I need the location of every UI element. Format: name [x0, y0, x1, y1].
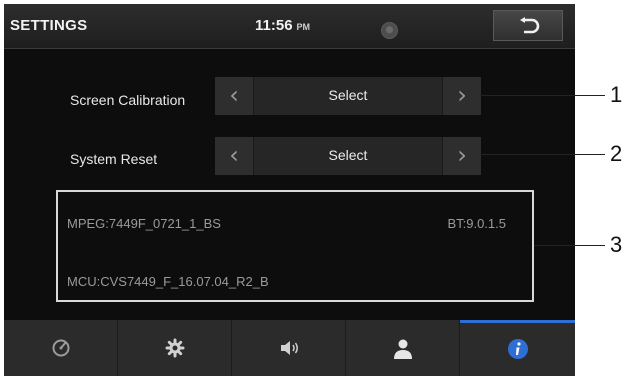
tab-info[interactable] [460, 320, 575, 376]
bt-version: BT:9.0.1.5 [447, 216, 506, 231]
system-reset-prev-button[interactable]: ‹ [215, 137, 254, 175]
clock-time: 11:56 [255, 17, 293, 34]
status-indicator-icon [381, 22, 398, 39]
chevron-left-icon: ‹ [229, 141, 239, 169]
tab-gauge[interactable] [4, 320, 118, 376]
system-reset-next-button[interactable]: › [442, 137, 481, 175]
user-icon [393, 339, 412, 359]
screen-calibration-next-button[interactable]: › [442, 77, 481, 115]
screen-calibration-prev-button[interactable]: ‹ [215, 77, 254, 115]
chevron-right-icon: › [457, 81, 467, 109]
clock: 11:56 PM [255, 17, 310, 34]
callout-number-1: 1 [610, 82, 623, 107]
callout-line-3 [534, 245, 605, 246]
screen-calibration-label: Screen Calibration [70, 92, 186, 108]
bottom-tab-bar [4, 318, 575, 376]
screen-calibration-value[interactable]: Select [253, 87, 443, 103]
gauge-icon [52, 339, 69, 357]
callout-line-2 [480, 154, 605, 155]
tab-audio[interactable] [232, 320, 346, 376]
mpeg-version: MPEG:7449F_0721_1_BS [67, 216, 221, 231]
tab-settings[interactable] [118, 320, 232, 376]
head-unit-screen: SETTINGS 11:56 PM Screen Calibration ‹ Se… [4, 4, 575, 376]
callout-number-2: 2 [610, 141, 623, 166]
chevron-right-icon: › [457, 141, 467, 169]
gear-icon [165, 338, 184, 358]
screen-calibration-selector: ‹ Select › [215, 77, 481, 115]
system-reset-label: System Reset [70, 151, 158, 167]
callout-number-3: 3 [610, 232, 623, 257]
version-info-box: MPEG:7449F_0721_1_BS BT:9.0.1.5 MCU:CVS7… [56, 190, 534, 302]
system-reset-selector: ‹ Select › [215, 137, 481, 175]
chevron-left-icon: ‹ [229, 81, 239, 109]
info-icon [507, 339, 528, 359]
mcu-version: MCU:CVS7449_F_16.07.04_R2_B [67, 274, 269, 289]
speaker-icon [280, 341, 298, 355]
system-reset-value[interactable]: Select [253, 147, 443, 163]
callout-line-1 [480, 95, 605, 96]
page-title: SETTINGS [10, 17, 88, 34]
back-button[interactable] [493, 10, 563, 41]
clock-ampm: PM [296, 22, 311, 32]
top-bar: SETTINGS 11:56 PM [4, 4, 575, 49]
tab-user[interactable] [346, 320, 460, 376]
back-arrow-icon [520, 17, 540, 34]
